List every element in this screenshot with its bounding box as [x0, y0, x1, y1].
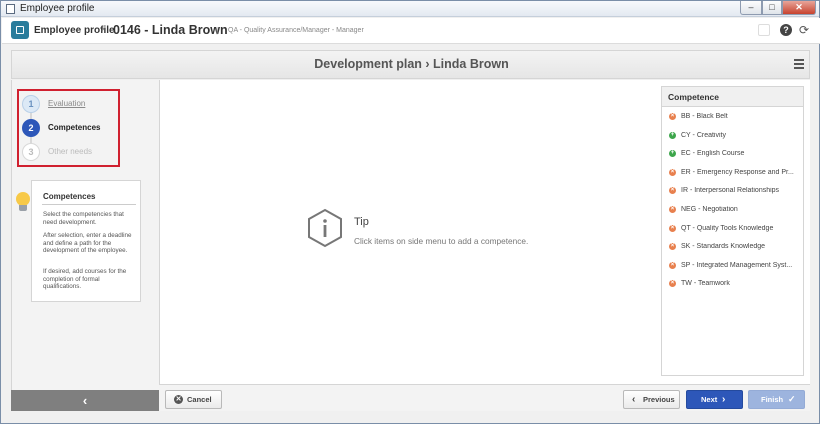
competence-header: Competence	[662, 87, 803, 107]
step-label: Other needs	[48, 147, 93, 156]
help-icon[interactable]: ?	[780, 24, 792, 36]
app-window: Employee profile – □ ✕ Employee profile …	[0, 0, 820, 424]
app-logo-icon	[11, 21, 29, 39]
competence-item[interactable]: × SK - Standards Knowledge	[662, 238, 803, 257]
info-hexagon-icon	[308, 208, 342, 248]
competence-label: BB - Black Belt	[681, 113, 728, 120]
remove-circle-icon: ×	[669, 224, 676, 232]
step-number: 3	[22, 143, 40, 161]
help-text: If desired, add courses for the completi…	[43, 268, 127, 290]
remove-circle-icon: ×	[669, 243, 676, 251]
add-circle-icon: +	[669, 131, 676, 139]
cancel-label: Cancel	[187, 395, 212, 404]
remove-circle-icon: ×	[669, 280, 676, 288]
next-label: Next	[701, 395, 718, 404]
collapse-sidebar-button[interactable]: ‹	[11, 390, 159, 411]
step-number: 1	[22, 95, 40, 113]
help-panel: Competences Select the competencies that…	[31, 180, 141, 302]
step-label[interactable]: Evaluation	[48, 99, 85, 108]
competence-list: × BB - Black Belt + CY - Creativity + EC - En…	[662, 108, 803, 294]
step-label: Competences	[48, 123, 101, 132]
competence-label: SK - Standards Knowledge	[681, 243, 766, 251]
maximize-button[interactable]: □	[762, 1, 782, 15]
competence-item[interactable]: × ER - Emergency Response and Pr...	[662, 164, 803, 183]
step-competences[interactable]: 2 Competences	[22, 119, 118, 137]
finish-button[interactable]: Finish ✓	[748, 390, 805, 409]
competence-item[interactable]: × QT - Quality Tools Knowledge	[662, 220, 803, 239]
competence-item[interactable]: × IR - Interpersonal Relationships	[662, 182, 803, 201]
competence-list-box: Competence × BB - Black Belt + CY - Creativ…	[661, 86, 804, 376]
header-divider: |	[216, 26, 219, 35]
wizard-footer: ✕ Cancel ‹ Previous Next › Finish ✓	[159, 384, 810, 411]
main-content: Tip Click items on side menu to add a co…	[159, 80, 654, 384]
competence-label: TW - Teamwork	[681, 280, 730, 288]
window-title: Employee profile	[20, 3, 95, 14]
step-other-needs: 3 Other needs	[22, 143, 118, 161]
wizard-sidebar: 1 Evaluation 2 Competences 3 Other needs…	[11, 80, 159, 411]
competence-item[interactable]: × NEG - Negotiation	[662, 201, 803, 220]
help-text: Select the competencies that need develo…	[43, 211, 124, 226]
record-title: 0146 - Linda Brown	[113, 23, 228, 37]
plan-title: Development plan › Linda Brown	[314, 57, 509, 71]
step-number: 2	[22, 119, 40, 137]
minimize-button[interactable]: –	[740, 1, 762, 15]
plan-header: Development plan › Linda Brown	[11, 50, 810, 79]
competence-panel: Competence × BB - Black Belt + CY - Creativ…	[654, 80, 810, 384]
step-evaluation[interactable]: 1 Evaluation	[22, 95, 118, 113]
cancel-button[interactable]: ✕ Cancel	[165, 390, 222, 409]
remove-circle-icon: ×	[669, 168, 676, 176]
window-app-icon	[6, 4, 15, 14]
help-title: Competences	[43, 192, 96, 201]
cancel-icon: ✕	[174, 395, 183, 404]
competence-item[interactable]: × TW - Teamwork	[662, 275, 803, 294]
window-titlebar[interactable]: Employee profile – □ ✕	[1, 1, 819, 17]
finish-label: Finish	[761, 395, 784, 404]
competence-label: QT - Quality Tools Knowledge	[681, 224, 774, 232]
competence-item[interactable]: + CY - Creativity	[662, 127, 803, 146]
competence-item[interactable]: × SP - Integrated Management Syst...	[662, 257, 803, 276]
competence-item[interactable]: + EC - English Course	[662, 145, 803, 164]
competence-label: ER - Emergency Response and Pr...	[681, 168, 794, 176]
close-window-button[interactable]: ✕	[782, 1, 816, 15]
competence-label: CY - Creativity	[681, 131, 726, 139]
record-subtitle: QA - Quality Assurance/Manager - Manager	[228, 27, 364, 34]
previous-button[interactable]: ‹ Previous	[623, 390, 680, 409]
chevron-left-icon: ‹	[632, 394, 636, 405]
competence-label: IR - Interpersonal Relationships	[681, 187, 780, 195]
help-divider	[42, 204, 136, 205]
add-circle-icon: +	[669, 150, 676, 158]
competence-label: EC - English Course	[681, 150, 745, 158]
tip-title: Tip	[354, 216, 369, 228]
breadcrumb-separator: ›	[101, 23, 105, 35]
wizard-steps: 1 Evaluation 2 Competences 3 Other needs	[17, 89, 120, 167]
chevron-right-icon: ›	[722, 394, 726, 405]
help-text: After selection, enter a deadline and de…	[43, 232, 132, 254]
competence-label: NEG - Negotiation	[681, 205, 738, 213]
remove-circle-icon: ×	[669, 205, 676, 213]
remove-circle-icon: ×	[669, 187, 676, 195]
remove-circle-icon: ×	[669, 113, 676, 120]
competence-item[interactable]: × BB - Black Belt	[662, 108, 803, 127]
app-header: Employee profile › 0146 - Linda Brown | …	[2, 18, 820, 44]
check-icon: ✓	[788, 394, 796, 404]
header-placeholder-icon[interactable]	[758, 24, 770, 36]
refresh-icon[interactable]: ⟳	[799, 24, 811, 36]
tip-text: Click items on side menu to add a compet…	[354, 236, 529, 246]
remove-circle-icon: ×	[669, 261, 676, 269]
previous-label: Previous	[643, 395, 675, 404]
list-menu-icon[interactable]	[794, 59, 804, 69]
lightbulb-icon	[16, 192, 30, 214]
competence-label: SP - Integrated Management Syst...	[681, 261, 793, 269]
next-button[interactable]: Next ›	[686, 390, 743, 409]
